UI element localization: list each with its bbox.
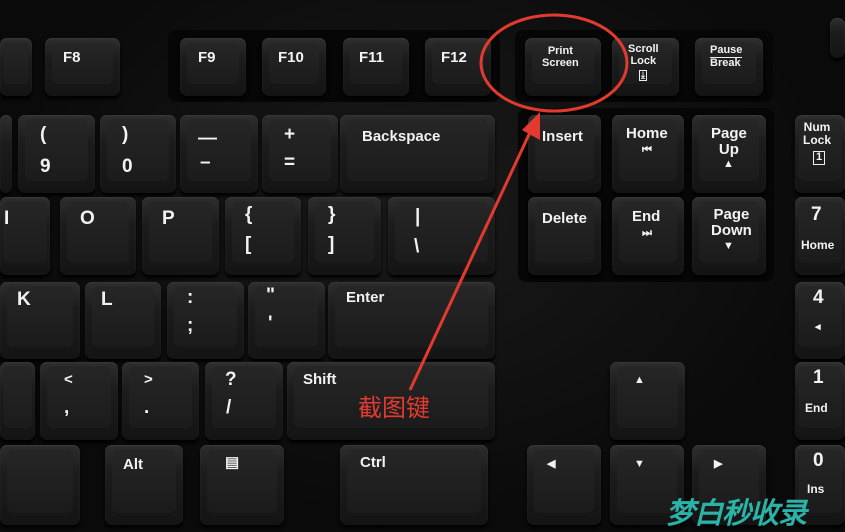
highlight-circle [479, 13, 629, 113]
annotation-overlay [408, 13, 629, 391]
annotation-arrow-line [408, 127, 534, 391]
watermark: 梦白秒收录 [666, 496, 807, 530]
annotation-arrow-head [522, 112, 540, 140]
annotation-label: 截图键 [358, 394, 430, 422]
